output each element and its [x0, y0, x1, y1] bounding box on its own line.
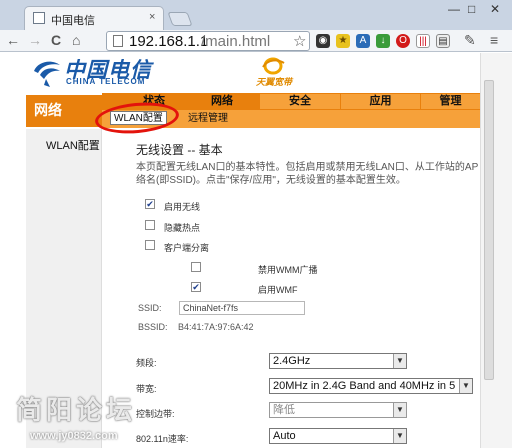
- clipboard-icon[interactable]: ▤: [436, 34, 450, 48]
- description-line-2: 络名(即SSID)。点击"保存/应用"，无线设置的基本配置生效。: [136, 175, 406, 186]
- minimize-icon[interactable]: —: [448, 2, 460, 16]
- bandwidth-select[interactable]: 20MHz in 2.4G Band and 40MHz in 5 ▼: [269, 378, 473, 394]
- nav-section-title: 网络: [26, 95, 102, 127]
- control-sideband-select[interactable]: 降低 ▼: [269, 402, 407, 418]
- rate-label: 802.11n速率:: [136, 434, 189, 444]
- back-icon[interactable]: ←: [6, 31, 20, 49]
- browser-tab[interactable]: 中国电信 ×: [24, 6, 164, 30]
- enable-wmf-label: 启用WMF: [258, 285, 298, 295]
- page-icon: [33, 12, 45, 24]
- translate-icon[interactable]: A: [356, 34, 370, 48]
- bookmark-star-icon[interactable]: ☆: [293, 32, 306, 50]
- download-icon[interactable]: ↓: [376, 34, 390, 48]
- bssid-label: BSSID:: [138, 322, 168, 332]
- bssid-value: B4:41:7A:97:6A:42: [178, 322, 254, 332]
- url-host: 192.168.1.1: [129, 33, 209, 50]
- browser-toolbar: ← → C ⌂ 192.168.1.1 /main.html ☆ ◉ ★ A ↓…: [0, 30, 512, 52]
- chevron-down-icon: ▼: [393, 403, 406, 417]
- main-nav: 网络 状态 网络 安全 应用 管理 WLAN配置 远程管理: [0, 93, 480, 129]
- settings-wrench-icon[interactable]: ✎: [464, 31, 476, 49]
- enable-wireless-label: 启用无线: [164, 202, 201, 212]
- close-tab-icon[interactable]: ×: [149, 11, 155, 23]
- hide-ap-checkbox[interactable]: [145, 220, 155, 230]
- sidebar-item-wlan-config[interactable]: WLAN配置: [46, 137, 100, 153]
- control-sideband-label: 控制边带:: [136, 409, 175, 419]
- star-badge-icon[interactable]: ★: [336, 34, 350, 48]
- tab-security[interactable]: 安全: [260, 94, 340, 109]
- ssid-input[interactable]: [179, 301, 305, 315]
- disable-wmm-checkbox[interactable]: [191, 262, 201, 272]
- tab-title: 中国电信: [51, 15, 95, 27]
- bandwidth-label: 带宽:: [136, 384, 157, 394]
- description-line-1: 本页配置无线LAN口的基本特性。包括启用或禁用无线LAN口、从工作站的AP扫: [136, 162, 478, 173]
- tab-management[interactable]: 管理: [420, 94, 480, 109]
- close-window-icon[interactable]: ✕: [490, 2, 500, 16]
- tab-network[interactable]: 网络: [192, 94, 252, 109]
- chevron-down-icon: ▼: [459, 379, 472, 393]
- maximize-icon[interactable]: □: [468, 2, 475, 16]
- tianyi-logo-icon: [262, 57, 285, 75]
- band-label: 频段:: [136, 358, 157, 368]
- chevron-down-icon: ▼: [393, 429, 406, 443]
- wlan-settings-panel: 无线设置 -- 基本 本页配置无线LAN口的基本特性。包括启用或禁用无线LAN口…: [102, 129, 480, 448]
- sub-brand-name: 天翼宽带: [256, 77, 293, 87]
- watermark-url: www.jy0832.com: [30, 430, 118, 442]
- tab-applications[interactable]: 应用: [340, 94, 420, 109]
- camera-icon[interactable]: ◉: [316, 34, 330, 48]
- url-path: /main.html: [201, 33, 271, 50]
- disable-wmm-label: 禁用WMM广播: [258, 265, 318, 275]
- client-isolation-checkbox[interactable]: [145, 240, 155, 250]
- enable-wmf-checkbox[interactable]: ✔: [191, 282, 201, 292]
- page-title: 无线设置 -- 基本: [136, 143, 223, 157]
- reload-icon[interactable]: C: [51, 31, 61, 49]
- hide-ap-label: 隐藏热点: [164, 223, 201, 233]
- menu-icon[interactable]: ≡: [490, 31, 498, 49]
- rate-value: Auto: [273, 430, 296, 442]
- watermark-title: 简阳论坛: [16, 396, 137, 426]
- home-icon[interactable]: ⌂: [72, 31, 80, 49]
- brand-name-en: CHINA TELECOM: [66, 77, 146, 86]
- china-telecom-logo-icon: [34, 61, 60, 87]
- page-description: 本页配置无线LAN口的基本特性。包括启用或禁用无线LAN口、从工作站的AP扫 络…: [136, 161, 478, 187]
- band-value: 2.4GHz: [273, 355, 311, 367]
- forward-icon[interactable]: →: [28, 31, 42, 49]
- opera-icon[interactable]: O: [396, 34, 410, 48]
- client-isolation-label: 客户端分离: [164, 243, 210, 253]
- rate-select[interactable]: Auto ▼: [269, 428, 407, 444]
- page-icon: [113, 35, 123, 47]
- bandwidth-value: 20MHz in 2.4G Band and 40MHz in 5: [273, 380, 456, 392]
- band-select[interactable]: 2.4GHz ▼: [269, 353, 407, 369]
- ssid-label: SSID:: [138, 303, 162, 313]
- subtab-remote-management[interactable]: 远程管理: [188, 112, 228, 126]
- control-sideband-value: 降低: [273, 404, 295, 416]
- enable-wireless-checkbox[interactable]: ✔: [145, 199, 155, 209]
- chevron-down-icon: ▼: [393, 354, 406, 368]
- new-tab-button[interactable]: [167, 12, 193, 26]
- browser-titlebar: 中国电信 × — □ ✕: [0, 0, 512, 30]
- address-bar[interactable]: 192.168.1.1 /main.html ☆: [106, 31, 310, 51]
- scrollbar-thumb[interactable]: [484, 80, 494, 380]
- stats-icon[interactable]: |||: [416, 34, 430, 48]
